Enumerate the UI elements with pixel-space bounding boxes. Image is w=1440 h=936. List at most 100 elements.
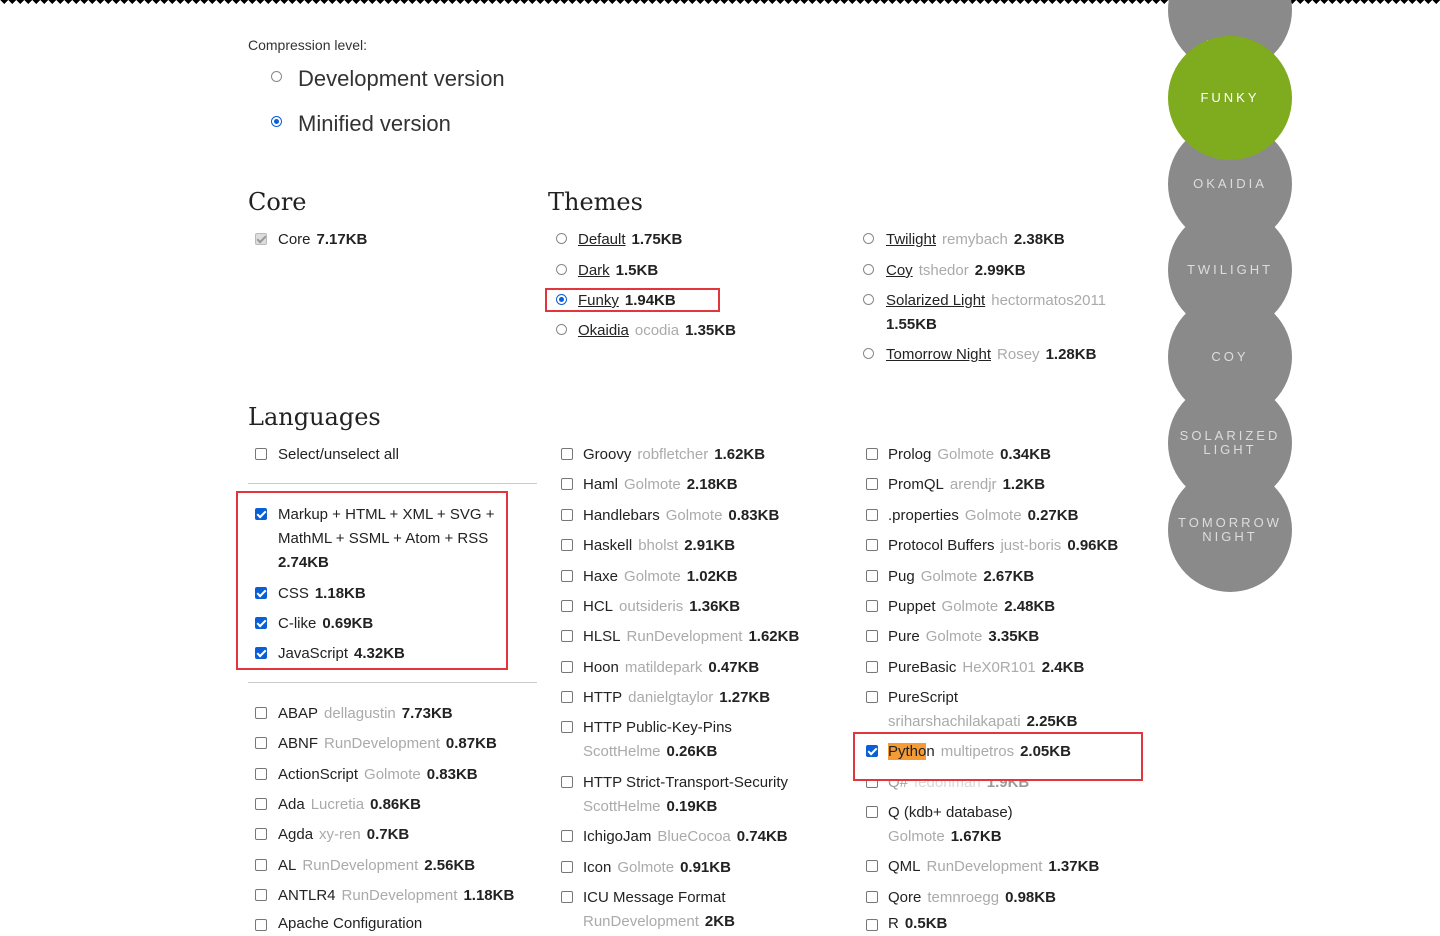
theme-radio-coy[interactable]: [863, 264, 874, 275]
lang-checkbox[interactable]: [255, 828, 267, 841]
lang-author: RunDevelopment: [302, 856, 419, 874]
theme-circle-funky[interactable]: FUNKY: [1168, 36, 1292, 160]
lang-checkbox[interactable]: [866, 448, 878, 460]
lang-size: 2.67KB: [983, 567, 1035, 585]
theme-default[interactable]: Default 1.75KB: [578, 228, 682, 252]
lang-row: .properties Golmote 0.27KB: [888, 504, 1078, 528]
lang-size: 2.4KB: [1041, 658, 1085, 676]
lang-name-rest: n: [926, 743, 935, 760]
lang-checkbox[interactable]: [255, 767, 267, 780]
lang-checkbox-hsts[interactable]: [561, 776, 573, 788]
lang-checkbox[interactable]: [866, 478, 878, 491]
lang-checkbox[interactable]: [561, 860, 573, 873]
theme-name[interactable]: Solarized Light: [886, 292, 985, 309]
lang-size: 4.32KB: [354, 645, 405, 662]
lang-author: ScottHelme: [583, 798, 661, 815]
radio-minified[interactable]: [271, 116, 282, 127]
lang-checkbox-q[interactable]: [866, 806, 878, 818]
theme-coy[interactable]: Coy tshedor 2.99KB: [886, 259, 1026, 283]
development-option-label[interactable]: Development version: [298, 66, 505, 92]
lang-name: ANTLR4: [278, 886, 336, 904]
lang-checkbox[interactable]: [561, 830, 573, 842]
markup-checkbox[interactable]: [255, 508, 267, 520]
lang-author: xy-ren: [319, 826, 361, 844]
lang-size: 0.26KB: [666, 743, 718, 760]
lang-checkbox-python[interactable]: [866, 745, 878, 757]
theme-name[interactable]: Okaidia: [578, 322, 629, 339]
lang-checkbox[interactable]: [561, 691, 573, 704]
lang-checkbox-apache[interactable]: [255, 919, 267, 931]
lang-checkbox[interactable]: [561, 539, 573, 552]
lang-checkbox[interactable]: [561, 448, 573, 460]
theme-radio-tomorrow[interactable]: [863, 348, 874, 359]
theme-radio-twilight[interactable]: [863, 233, 874, 244]
theme-author: ocodia: [634, 322, 680, 339]
theme-name[interactable]: Twilight: [886, 231, 936, 248]
lang-size: 1.37KB: [1048, 858, 1100, 875]
lang-checkbox[interactable]: [561, 660, 573, 673]
select-all-label[interactable]: Select/unselect all: [278, 443, 399, 467]
lang-checkbox[interactable]: [561, 600, 573, 612]
theme-solarized[interactable]: Solarized Light hectormatos2011: [886, 289, 1106, 313]
theme-circle-label: TOMORROW NIGHT: [1178, 515, 1282, 544]
lang-checkbox-qore[interactable]: [866, 891, 878, 903]
theme-okaidia[interactable]: Okaidia ocodia 1.35KB: [578, 319, 736, 343]
lang-checkbox[interactable]: [255, 858, 267, 871]
lang-checkbox[interactable]: [866, 600, 878, 612]
theme-name[interactable]: Dark: [578, 262, 610, 279]
lang-size: 0.19KB: [666, 798, 718, 815]
lang-row: ANTLR4 RunDevelopment 1.18KB: [278, 884, 514, 908]
lang-checkbox[interactable]: [561, 630, 573, 643]
css-checkbox[interactable]: [255, 587, 267, 599]
lang-author: Lucretia: [310, 795, 365, 813]
lang-checkbox[interactable]: [255, 707, 267, 719]
minified-option-label[interactable]: Minified version: [298, 111, 451, 137]
lang-size: 1.2KB: [1002, 476, 1046, 494]
lang-name: ABAP: [278, 705, 319, 722]
js-checkbox[interactable]: [255, 647, 267, 659]
lang-checkbox[interactable]: [561, 569, 573, 582]
lang-checkbox[interactable]: [561, 891, 573, 903]
lang-checkbox[interactable]: [866, 508, 878, 521]
lang-checkbox-r[interactable]: [866, 919, 878, 931]
lang-size: 1.36KB: [689, 598, 741, 615]
theme-tomorrow[interactable]: Tomorrow Night Rosey 1.28KB: [886, 343, 1096, 367]
lang-checkbox[interactable]: [255, 797, 267, 810]
lang-author: Golmote: [888, 828, 945, 845]
lang-checkbox[interactable]: [866, 630, 878, 643]
theme-name[interactable]: Tomorrow Night: [886, 346, 991, 363]
theme-name[interactable]: Default: [578, 231, 626, 248]
lang-name: Pug: [888, 567, 915, 585]
lang-name: HCL: [583, 598, 614, 615]
clike-checkbox[interactable]: [255, 617, 267, 629]
theme-radio-okaidia[interactable]: [556, 324, 567, 335]
lang-checkbox[interactable]: [255, 737, 267, 750]
lang-checkbox-qml[interactable]: [866, 860, 878, 872]
theme-radio-solarized[interactable]: [863, 294, 874, 305]
lang-author: Golmote: [665, 506, 723, 524]
theme-name[interactable]: Coy: [886, 262, 913, 279]
lang-size: 1.67KB: [950, 828, 1002, 845]
radio-development[interactable]: [271, 71, 282, 82]
lang-checkbox[interactable]: [866, 539, 878, 552]
lang-checkbox[interactable]: [561, 478, 573, 491]
select-all-checkbox[interactable]: [255, 448, 267, 460]
theme-radio-default[interactable]: [556, 233, 567, 244]
lang-size: 2.05KB: [1020, 743, 1071, 760]
lang-name: Hoon: [583, 658, 619, 676]
lang-checkbox-purescript[interactable]: [866, 691, 878, 703]
lang-checkbox[interactable]: [866, 660, 878, 673]
lang-author: RunDevelopment: [341, 886, 458, 904]
theme-twilight[interactable]: Twilight remybach 2.38KB: [886, 228, 1065, 252]
lang-checkbox[interactable]: [255, 888, 267, 901]
lang-checkbox[interactable]: [561, 508, 573, 521]
lang-checkbox-hpkp[interactable]: [561, 721, 573, 733]
lang-name: Protocol Buffers: [888, 537, 995, 555]
lang-checkbox[interactable]: [866, 569, 878, 582]
lang-author: robfletcher: [637, 446, 709, 463]
lang-row: Pug Golmote 2.67KB: [888, 565, 1034, 589]
lang-row: IchigoJam BlueCocoa 0.74KB: [583, 825, 788, 849]
lang-row: Pure Golmote 3.35KB: [888, 625, 1039, 649]
theme-radio-dark[interactable]: [556, 264, 567, 275]
theme-dark[interactable]: Dark 1.5KB: [578, 259, 658, 283]
